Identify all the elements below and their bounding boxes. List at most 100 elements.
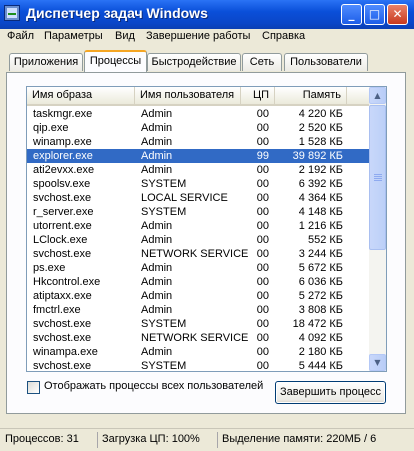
- process-row[interactable]: svchost.exe NETWORK SERVICE 00 3 244 КБ: [27, 247, 369, 261]
- process-user: Admin: [141, 346, 173, 358]
- tab-performance[interactable]: Быстродействие: [147, 53, 241, 71]
- process-row[interactable]: svchost.exe NETWORK SERVICE 00 4 092 КБ: [27, 331, 369, 345]
- process-name: svchost.exe: [33, 360, 92, 372]
- process-user: SYSTEM: [141, 318, 187, 330]
- process-row[interactable]: utorrent.exe Admin 00 1 216 КБ: [27, 219, 369, 233]
- scroll-down-button[interactable]: ▼: [369, 354, 386, 371]
- grip-line: [374, 180, 382, 181]
- process-row[interactable]: svchost.exe SYSTEM 00 5 444 КБ: [27, 359, 369, 372]
- process-name: explorer.exe: [33, 150, 93, 162]
- grip-line: [374, 176, 382, 177]
- title-bar[interactable]: Диспетчер задач Windows _ □ ✕: [0, 0, 414, 29]
- tab-network[interactable]: Сеть: [242, 53, 282, 71]
- process-memory: 39 892 КБ: [292, 150, 343, 162]
- process-name: fmctrl.exe: [33, 304, 81, 316]
- process-memory: 2 520 КБ: [298, 122, 343, 134]
- menu-options[interactable]: Параметры: [44, 30, 103, 42]
- minimize-icon: _: [348, 7, 355, 21]
- process-name: qip.exe: [33, 122, 69, 134]
- process-memory: 6 036 КБ: [298, 276, 343, 288]
- process-cpu: 00: [256, 178, 269, 190]
- end-process-button[interactable]: Завершить процесс: [275, 381, 386, 404]
- scroll-thumb[interactable]: [369, 105, 386, 250]
- column-cpu[interactable]: ЦП: [241, 87, 275, 104]
- process-row[interactable]: atiptaxx.exe Admin 00 5 272 КБ: [27, 289, 369, 303]
- show-all-users-label[interactable]: Отображать процессы всех пользователей: [44, 380, 263, 392]
- process-cpu: 00: [256, 220, 269, 232]
- process-row[interactable]: qip.exe Admin 00 2 520 КБ: [27, 121, 369, 135]
- process-name: winamp.exe: [33, 136, 92, 148]
- process-row[interactable]: ps.exe Admin 00 5 672 КБ: [27, 261, 369, 275]
- process-memory: 2 180 КБ: [298, 346, 343, 358]
- process-cpu: 99: [256, 150, 269, 162]
- show-all-users-checkbox[interactable]: [27, 381, 40, 394]
- process-memory: 552 КБ: [307, 234, 343, 246]
- process-row[interactable]: taskmgr.exe Admin 00 4 220 КБ: [27, 107, 369, 121]
- process-name: svchost.exe: [33, 192, 92, 204]
- column-memory[interactable]: Память: [275, 87, 347, 104]
- process-cpu: 00: [256, 332, 269, 344]
- process-row[interactable]: ati2evxx.exe Admin 00 2 192 КБ: [27, 163, 369, 177]
- maximize-icon: □: [368, 7, 381, 21]
- menu-help[interactable]: Справка: [262, 30, 305, 42]
- process-row[interactable]: fmctrl.exe Admin 00 3 808 КБ: [27, 303, 369, 317]
- process-list[interactable]: Имя образа Имя пользователя ЦП Память ta…: [26, 86, 387, 372]
- process-memory: 2 192 КБ: [298, 164, 343, 176]
- process-cpu: 00: [256, 206, 269, 218]
- process-memory: 18 472 КБ: [292, 318, 343, 330]
- process-cpu: 00: [256, 192, 269, 204]
- process-user: Admin: [141, 122, 173, 134]
- process-cpu: 00: [256, 290, 269, 302]
- process-row[interactable]: svchost.exe LOCAL SERVICE 00 4 364 КБ: [27, 191, 369, 205]
- close-icon: ✕: [392, 7, 403, 21]
- process-name: r_server.exe: [33, 206, 94, 218]
- menu-view[interactable]: Вид: [115, 30, 135, 42]
- close-button[interactable]: ✕: [387, 4, 408, 25]
- process-cpu: 00: [256, 360, 269, 372]
- process-row[interactable]: svchost.exe SYSTEM 00 18 472 КБ: [27, 317, 369, 331]
- process-row[interactable]: explorer.exe Admin 99 39 892 КБ: [27, 149, 369, 163]
- menu-file[interactable]: Файл: [7, 30, 34, 42]
- menu-shutdown[interactable]: Завершение работы: [146, 30, 250, 42]
- process-cpu: 00: [256, 276, 269, 288]
- process-user: Admin: [141, 276, 173, 288]
- list-header: Имя образа Имя пользователя ЦП Память: [27, 87, 369, 106]
- minimize-button[interactable]: _: [341, 4, 362, 25]
- tab-users[interactable]: Пользователи: [284, 53, 368, 71]
- column-image-name[interactable]: Имя образа: [27, 87, 135, 104]
- process-memory: 5 272 КБ: [298, 290, 343, 302]
- vertical-scrollbar[interactable]: ▲ ▼: [369, 87, 386, 371]
- process-row[interactable]: spoolsv.exe SYSTEM 00 6 392 КБ: [27, 177, 369, 191]
- process-row[interactable]: Hkcontrol.exe Admin 00 6 036 КБ: [27, 275, 369, 289]
- process-name: svchost.exe: [33, 318, 92, 330]
- process-name: ps.exe: [33, 262, 66, 274]
- process-name: atiptaxx.exe: [33, 290, 92, 302]
- process-name: Hkcontrol.exe: [33, 276, 101, 288]
- process-memory: 4 220 КБ: [298, 108, 343, 120]
- maximize-button[interactable]: □: [364, 4, 385, 25]
- process-memory: 1 528 КБ: [298, 136, 343, 148]
- menu-bar: Файл Параметры Вид Завершение работы Спр…: [0, 29, 414, 47]
- process-row[interactable]: winamp.exe Admin 00 1 528 КБ: [27, 135, 369, 149]
- scroll-up-button[interactable]: ▲: [369, 87, 386, 104]
- grip-line: [374, 174, 382, 175]
- column-user-name[interactable]: Имя пользователя: [135, 87, 241, 104]
- process-row[interactable]: winampa.exe Admin 00 2 180 КБ: [27, 345, 369, 359]
- tab-processes[interactable]: Процессы: [84, 50, 147, 72]
- process-name: winampa.exe: [33, 346, 98, 358]
- process-rows: taskmgr.exe Admin 00 4 220 КБ qip.exe Admin 00…: [27, 107, 369, 372]
- tab-applications[interactable]: Приложения: [9, 53, 83, 71]
- process-row[interactable]: r_server.exe SYSTEM 00 4 148 КБ: [27, 205, 369, 219]
- task-manager-icon: [4, 5, 20, 21]
- process-memory: 4 364 КБ: [298, 192, 343, 204]
- process-memory: 5 672 КБ: [298, 262, 343, 274]
- process-user: SYSTEM: [141, 360, 187, 372]
- process-user: LOCAL SERVICE: [141, 192, 228, 204]
- process-user: Admin: [141, 164, 173, 176]
- process-memory: 4 148 КБ: [298, 206, 343, 218]
- process-cpu: 00: [256, 122, 269, 134]
- process-memory: 6 392 КБ: [298, 178, 343, 190]
- process-row[interactable]: LClock.exe Admin 00 552 КБ: [27, 233, 369, 247]
- process-name: svchost.exe: [33, 248, 92, 260]
- process-memory: 3 808 КБ: [298, 304, 343, 316]
